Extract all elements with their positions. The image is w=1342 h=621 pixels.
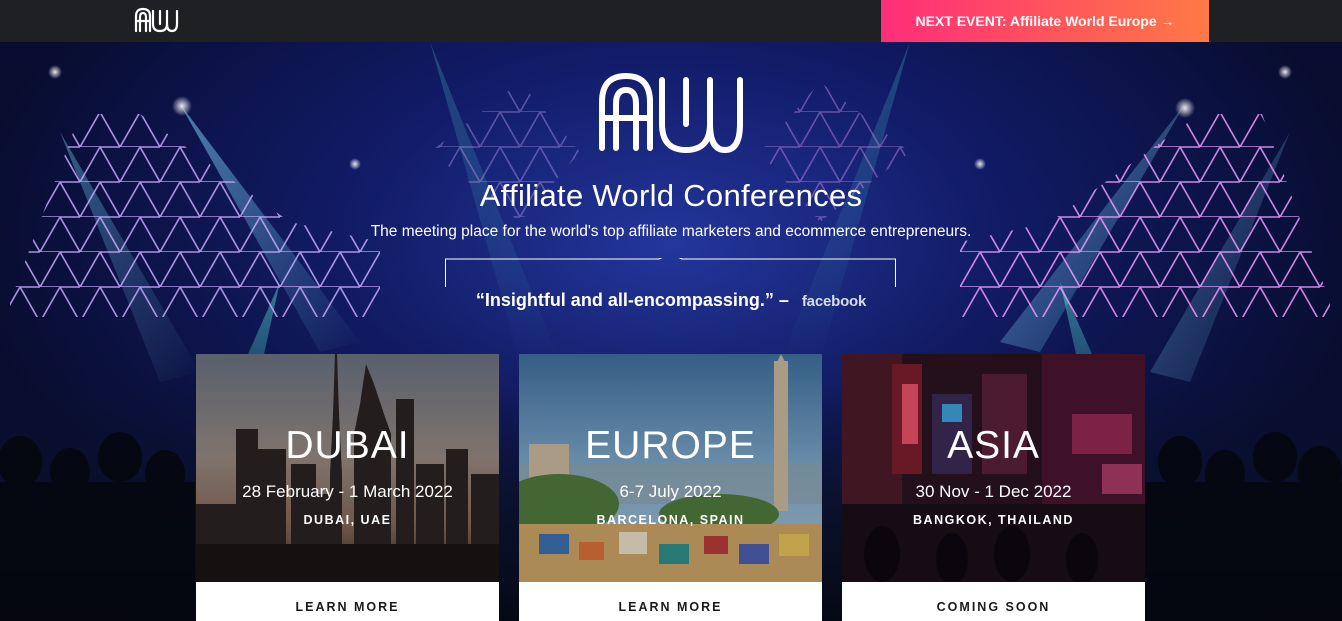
site-title: Affiliate World Conferences xyxy=(479,178,863,213)
bangkok-street-image xyxy=(842,354,1145,582)
event-card-europe[interactable]: EUROPE 6-7 July 2022 BARCELONA, SPAIN LE… xyxy=(519,354,822,621)
testimonial-quote: “Insightful and all-encompassing.” – fac… xyxy=(0,290,1342,311)
coming-soon-button[interactable]: COMING SOON xyxy=(842,582,1145,621)
event-date: 28 February - 1 March 2022 xyxy=(242,482,453,501)
top-navigation-bar: NEXT EVENT: Affiliate World Europe → xyxy=(0,0,1342,42)
next-event-button[interactable]: NEXT EVENT: Affiliate World Europe → xyxy=(881,0,1209,42)
event-location: BARCELONA, SPAIN xyxy=(596,513,745,527)
learn-more-button[interactable]: LEARN MORE xyxy=(196,582,499,621)
tagline: The meeting place for the world's top af… xyxy=(370,223,972,240)
event-date: 6-7 July 2022 xyxy=(619,482,722,501)
event-location: BANGKOK, THAILAND xyxy=(913,513,1074,527)
hero-section: Affiliate World Conferences The meeting … xyxy=(0,42,1342,621)
event-card-dubai[interactable]: DUBAI 28 February - 1 March 2022 DUBAI, … xyxy=(196,354,499,621)
barcelona-park-guell-image xyxy=(519,354,822,582)
quote-text: “Insightful and all-encompassing.” – xyxy=(475,290,789,310)
event-location: DUBAI, UAE xyxy=(303,513,392,527)
event-city: EUROPE xyxy=(585,424,756,467)
event-city: ASIA xyxy=(947,424,1040,467)
event-card-asia[interactable]: ASIA 30 Nov - 1 Dec 2022 BANGKOK, THAILA… xyxy=(842,354,1145,621)
aw-logo-icon xyxy=(599,73,743,153)
aw-logo-icon[interactable] xyxy=(133,6,179,34)
facebook-logo: facebook xyxy=(801,293,867,310)
event-date: 30 Nov - 1 Dec 2022 xyxy=(915,482,1072,501)
quote-frame xyxy=(445,258,896,287)
dubai-skyline-image xyxy=(196,354,499,582)
event-city: DUBAI xyxy=(285,424,410,467)
learn-more-button[interactable]: LEARN MORE xyxy=(519,582,822,621)
